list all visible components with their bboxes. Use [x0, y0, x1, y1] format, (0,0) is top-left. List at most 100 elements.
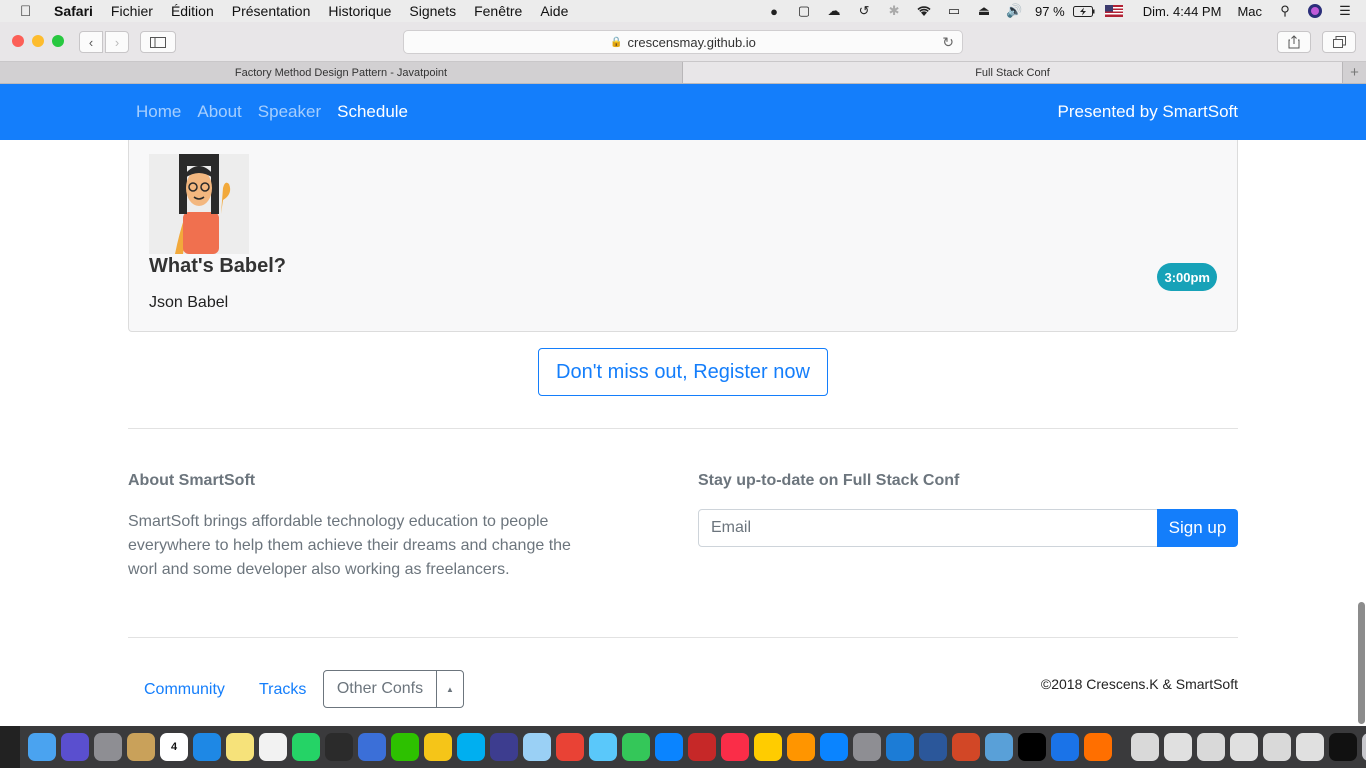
lock-icon: 🔒: [610, 36, 623, 48]
trash-icon[interactable]: [1362, 733, 1366, 761]
menu-item-presentation[interactable]: Présentation: [232, 3, 311, 19]
site-navbar: Home About Speaker Schedule Presented by…: [0, 84, 1366, 140]
xcode-icon[interactable]: [886, 733, 914, 761]
file5-icon[interactable]: [1296, 733, 1324, 761]
tab-javatpoint[interactable]: Factory Method Design Pattern - Javatpoi…: [0, 62, 683, 83]
sidebar-toggle-button[interactable]: [140, 31, 176, 53]
intellij2-icon[interactable]: [1329, 733, 1357, 761]
eject-icon[interactable]: ⏏: [973, 3, 995, 19]
us-flag-icon[interactable]: [1103, 3, 1125, 19]
file1-icon[interactable]: [1164, 733, 1192, 761]
intellij-icon[interactable]: [1018, 733, 1046, 761]
reminders-icon[interactable]: [259, 733, 287, 761]
preview2-icon[interactable]: [985, 733, 1013, 761]
battery-icon[interactable]: [1072, 3, 1095, 19]
calendar-icon[interactable]: 4: [160, 733, 188, 761]
music-icon[interactable]: [721, 733, 749, 761]
quicktime-icon[interactable]: [358, 733, 386, 761]
email-field[interactable]: [698, 509, 1158, 547]
time-machine-icon[interactable]: ↺: [853, 3, 875, 19]
systemprefs-icon[interactable]: [853, 733, 881, 761]
reload-icon[interactable]: ↻: [942, 34, 954, 51]
footer-link-tracks[interactable]: Tracks: [259, 681, 306, 699]
show-tabs-button[interactable]: [1322, 31, 1356, 53]
cloud-icon[interactable]: ☁: [823, 3, 845, 19]
menu-clock[interactable]: Dim. 4:44 PM: [1143, 4, 1222, 19]
shape-status-icon[interactable]: ▢: [793, 3, 815, 19]
menu-item-edition[interactable]: Édition: [171, 3, 214, 19]
wechat-icon[interactable]: [391, 733, 419, 761]
menu-item-fenetre[interactable]: Fenêtre: [474, 3, 522, 19]
menu-app-name[interactable]: Safari: [54, 3, 93, 19]
caret-up-icon[interactable]: ▲: [437, 671, 463, 707]
word-icon[interactable]: [919, 733, 947, 761]
forward-button[interactable]: ›: [105, 31, 129, 53]
wechat-status-icon[interactable]: ●: [763, 3, 785, 19]
photos-icon[interactable]: [754, 733, 782, 761]
footer-link-community[interactable]: Community: [144, 681, 225, 699]
new-tab-button[interactable]: +: [1343, 62, 1366, 83]
messages-icon[interactable]: [589, 733, 617, 761]
safari-icon[interactable]: [193, 733, 221, 761]
tab-title: Full Stack Conf: [975, 66, 1050, 79]
file3-icon[interactable]: [1230, 733, 1258, 761]
menu-item-aide[interactable]: Aide: [540, 3, 568, 19]
other-confs-button[interactable]: Other Confs: [324, 671, 437, 707]
powerpoint-icon[interactable]: [952, 733, 980, 761]
apple-menu-icon[interactable]: : [20, 3, 38, 20]
notification-center-icon[interactable]: ☰: [1334, 3, 1356, 19]
airplay-icon[interactable]: ▭: [943, 3, 965, 19]
bluetooth-icon[interactable]: ✱: [883, 3, 905, 19]
nav-speaker[interactable]: Speaker: [258, 102, 321, 122]
minimize-window-button[interactable]: [32, 35, 44, 47]
notes-icon[interactable]: [226, 733, 254, 761]
downloads-icon[interactable]: [1131, 733, 1159, 761]
whatsapp-icon[interactable]: [292, 733, 320, 761]
macos-menu-bar:  Safari Fichier Édition Présentation Hi…: [0, 0, 1366, 22]
spotlight-search-icon[interactable]: ⚲: [1274, 3, 1296, 19]
about-heading: About SmartSoft: [128, 472, 256, 489]
zoom-window-button[interactable]: [52, 35, 64, 47]
menu-user[interactable]: Mac: [1237, 4, 1262, 19]
register-button[interactable]: Don't miss out, Register now: [538, 348, 828, 396]
timer-icon[interactable]: [622, 733, 650, 761]
other-confs-dropdown[interactable]: Other Confs ▲: [323, 670, 464, 708]
share-button[interactable]: [1277, 31, 1311, 53]
volume-icon[interactable]: 🔊: [1003, 3, 1025, 19]
nav-schedule[interactable]: Schedule: [337, 102, 408, 122]
wifi-icon[interactable]: [913, 3, 935, 19]
page-scrollbar[interactable]: [1358, 602, 1365, 724]
chrome-icon[interactable]: [556, 733, 584, 761]
address-bar[interactable]: 🔒 crescensmay.github.io ↻: [403, 30, 963, 54]
close-window-button[interactable]: [12, 35, 24, 47]
nav-home[interactable]: Home: [136, 102, 181, 122]
maps-icon[interactable]: [1051, 733, 1079, 761]
tool-icon[interactable]: [1084, 733, 1112, 761]
menu-item-historique[interactable]: Historique: [328, 3, 391, 19]
file4-icon[interactable]: [1263, 733, 1291, 761]
speaker-avatar: [149, 154, 249, 254]
dock-edge: [0, 726, 20, 768]
vpn-icon[interactable]: [655, 733, 683, 761]
app-icon[interactable]: [424, 733, 452, 761]
book-icon[interactable]: [325, 733, 353, 761]
preview-icon[interactable]: [523, 733, 551, 761]
back-button[interactable]: ‹: [79, 31, 103, 53]
eclipse-icon[interactable]: [490, 733, 518, 761]
siri-icon[interactable]: [61, 733, 89, 761]
menu-item-signets[interactable]: Signets: [409, 3, 456, 19]
newsletter-heading: Stay up-to-date on Full Stack Conf: [698, 472, 960, 489]
skype-icon[interactable]: [457, 733, 485, 761]
signup-button[interactable]: Sign up: [1157, 509, 1238, 547]
books-icon[interactable]: [787, 733, 815, 761]
menu-item-fichier[interactable]: Fichier: [111, 3, 153, 19]
finder-icon[interactable]: [28, 733, 56, 761]
photobooth-icon[interactable]: [688, 733, 716, 761]
siri-icon[interactable]: [1304, 3, 1326, 19]
launchpad-icon[interactable]: [94, 733, 122, 761]
file2-icon[interactable]: [1197, 733, 1225, 761]
nav-about[interactable]: About: [197, 102, 241, 122]
appstore-icon[interactable]: [820, 733, 848, 761]
contacts-icon[interactable]: [127, 733, 155, 761]
tab-full-stack-conf[interactable]: Full Stack Conf: [683, 62, 1343, 83]
